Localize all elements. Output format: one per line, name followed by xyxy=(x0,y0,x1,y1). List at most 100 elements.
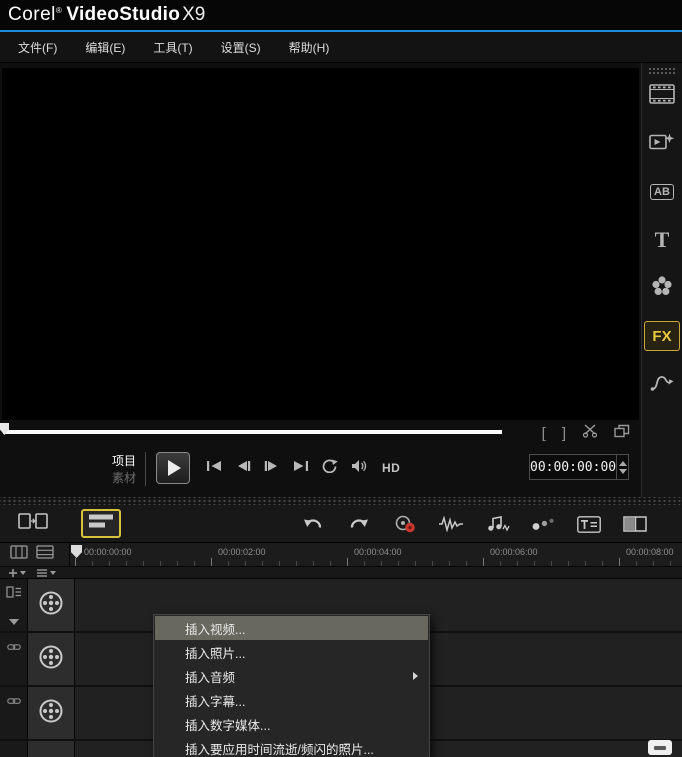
title-icon: T xyxy=(654,227,670,252)
video-track-header[interactable] xyxy=(28,579,75,631)
playback-mode-toggle: 项目 素材 xyxy=(112,452,147,486)
track-manager-icon[interactable] xyxy=(5,585,22,603)
undo-icon[interactable] xyxy=(300,512,326,536)
menu-item-insert-subtitle[interactable]: 插入字幕... xyxy=(155,688,428,712)
previous-frame-icon[interactable] xyxy=(236,459,251,477)
menu-item-insert-photo[interactable]: 插入照片... xyxy=(155,640,428,664)
title-track-header[interactable] xyxy=(28,741,75,757)
motion-tracking-icon[interactable] xyxy=(530,512,556,536)
redo-icon[interactable] xyxy=(346,512,372,536)
product-name: VideoStudio xyxy=(66,4,181,25)
mark-out-button[interactable]: ] xyxy=(562,426,566,441)
menu-file[interactable]: 文件(F) xyxy=(4,32,71,63)
submenu-arrow-icon xyxy=(413,672,418,680)
repeat-icon[interactable] xyxy=(322,458,338,478)
scrub-row: [ ] xyxy=(0,420,641,446)
home-icon[interactable] xyxy=(206,459,223,477)
player-panel: [ ] 项目 素材 HD 00:00:00:00 xyxy=(0,63,641,497)
filter-fx-icon: FX xyxy=(652,327,672,345)
record-capture-icon[interactable] xyxy=(392,512,418,536)
chevron-down-icon[interactable] xyxy=(8,619,19,625)
menubar: 文件(F) 编辑(E) 工具(T) 设置(S) 帮助(H) xyxy=(0,32,682,63)
menu-help[interactable]: 帮助(H) xyxy=(275,32,344,63)
all-tracks-icon[interactable] xyxy=(10,545,28,564)
timeline-ruler[interactable]: 00:00:00:00 00:00:02:00 00:00:04:00 00:0… xyxy=(70,543,682,566)
video-preview xyxy=(2,68,639,420)
nav-instant-project-button[interactable] xyxy=(644,129,680,159)
ruler-tick: 00:00:00:00 xyxy=(84,547,132,557)
storyboard-view-button[interactable] xyxy=(15,510,51,538)
ripple-link-icon[interactable] xyxy=(6,639,21,657)
enlarge-preview-icon[interactable] xyxy=(614,424,630,443)
mark-in-button[interactable]: [ xyxy=(542,426,546,441)
timeline-toolbar xyxy=(0,505,682,543)
nav-filter-button[interactable]: FX xyxy=(644,321,680,351)
ripple-link-icon[interactable] xyxy=(6,693,21,711)
next-frame-icon[interactable] xyxy=(264,459,279,477)
panel-splitter[interactable] xyxy=(0,497,682,505)
scrub-bar[interactable] xyxy=(3,430,502,434)
play-icon xyxy=(168,460,182,476)
menu-item-insert-timelapse-photo[interactable]: 插入要应用时间流逝/频闪的照片... xyxy=(155,736,428,757)
brand-text: Corel xyxy=(8,4,56,25)
media-icon xyxy=(649,83,675,109)
add-track-button[interactable] xyxy=(8,568,26,578)
nav-graphic-button[interactable] xyxy=(644,273,680,303)
fit-timeline-button[interactable] xyxy=(648,740,672,755)
transition-icon: AB xyxy=(650,184,674,200)
nav-motion-path-button[interactable] xyxy=(644,369,680,399)
overlay-track-header[interactable] xyxy=(28,633,75,685)
spinner-up-icon[interactable] xyxy=(618,460,627,466)
subtitle-editor-icon[interactable] xyxy=(576,512,602,536)
track-manager-button[interactable] xyxy=(36,568,56,578)
auto-music-icon[interactable] xyxy=(484,512,510,536)
end-icon[interactable] xyxy=(292,459,309,477)
overlay2-track-header[interactable] xyxy=(28,687,75,739)
ruler-tick: 00:00:04:00 xyxy=(354,547,402,557)
film-reel-icon xyxy=(37,589,65,622)
film-reel-icon xyxy=(37,643,65,676)
track-rows-icon[interactable] xyxy=(36,545,54,564)
nav-media-button[interactable] xyxy=(644,81,680,111)
split-screen-icon[interactable] xyxy=(622,512,648,536)
hd-toggle[interactable]: HD xyxy=(382,461,400,475)
fit-timeline-icon xyxy=(654,745,666,750)
track-tools-row xyxy=(0,567,682,579)
menu-tools[interactable]: 工具(T) xyxy=(139,32,206,63)
timeline-view-button[interactable] xyxy=(81,509,121,538)
clip-mode-label[interactable]: 素材 xyxy=(112,469,136,486)
product-version: X9 xyxy=(182,4,206,25)
workspace: [ ] 项目 素材 HD 00:00:00:00 AB T FX xyxy=(0,63,682,497)
menu-item-insert-video[interactable]: 插入视频... xyxy=(155,616,428,640)
motion-path-icon xyxy=(650,372,674,397)
nav-transition-button[interactable]: AB xyxy=(644,177,680,207)
chevron-down-icon xyxy=(50,570,56,575)
project-mode-label[interactable]: 项目 xyxy=(112,452,136,469)
menu-edit[interactable]: 编辑(E) xyxy=(71,32,139,63)
trim-tools: [ ] xyxy=(542,424,630,443)
split-clip-icon[interactable] xyxy=(582,424,598,443)
title-track-gutter xyxy=(0,741,28,757)
panel-grip[interactable] xyxy=(647,67,677,75)
overlay2-track-gutter xyxy=(0,687,28,739)
menu-item-label: 插入音频 xyxy=(185,670,236,685)
timecode-spinner[interactable] xyxy=(616,455,628,479)
playhead-handle[interactable] xyxy=(71,545,82,558)
video-track-gutter xyxy=(0,579,28,631)
nav-title-button[interactable]: T xyxy=(644,225,680,255)
menu-item-insert-audio[interactable]: 插入音频 xyxy=(155,664,428,688)
sound-mixer-icon[interactable] xyxy=(438,512,464,536)
timecode-display[interactable]: 00:00:00:00 xyxy=(529,454,629,480)
ruler-tick: 00:00:08:00 xyxy=(626,547,674,557)
menu-settings[interactable]: 设置(S) xyxy=(207,32,275,63)
graphic-icon xyxy=(651,275,673,302)
titlebar: Corel® VideoStudio X9 xyxy=(0,0,682,30)
menu-item-insert-digital-media[interactable]: 插入数字媒体... xyxy=(155,712,428,736)
spinner-down-icon[interactable] xyxy=(618,468,627,474)
ruler-tick: 00:00:06:00 xyxy=(490,547,538,557)
toolbar-icon-group xyxy=(300,505,648,543)
volume-icon[interactable] xyxy=(351,459,369,478)
instant-project-icon xyxy=(649,132,675,157)
corel-logo: Corel® xyxy=(8,4,66,26)
play-button[interactable] xyxy=(156,452,191,484)
